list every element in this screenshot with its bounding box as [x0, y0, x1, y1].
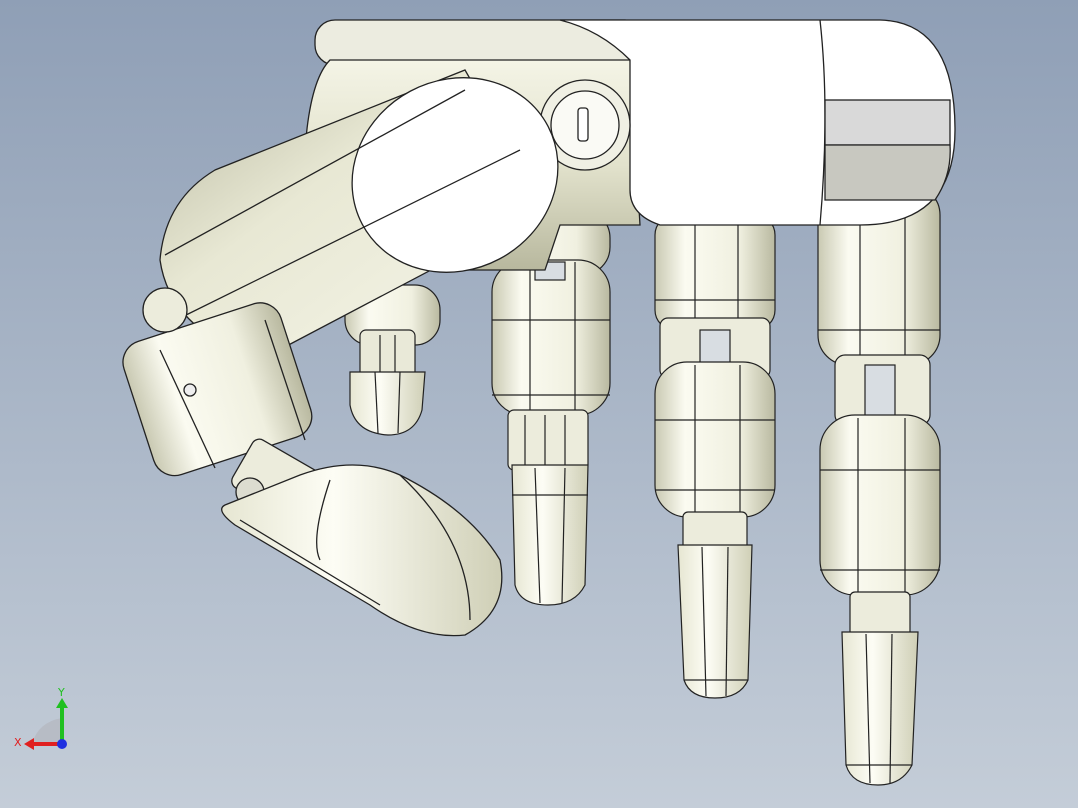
middle-finger-distal[interactable] [677, 544, 753, 699]
index-finger-middle[interactable] [819, 414, 941, 596]
thumb-pivot[interactable] [142, 287, 188, 333]
thumb-distal[interactable] [221, 464, 503, 637]
index-finger[interactable] [817, 184, 941, 786]
index-finger-joint-2[interactable] [849, 591, 911, 638]
triad-x-arrow [24, 738, 34, 750]
triad-y-label: Y [57, 686, 65, 699]
triad-y-arrow [56, 698, 68, 708]
little-finger-distal[interactable] [349, 371, 426, 436]
index-finger-distal[interactable] [841, 631, 919, 786]
triad-x-label: X [14, 736, 22, 749]
middle-finger[interactable] [654, 214, 776, 699]
view-orientation-triad: Y X [14, 686, 68, 750]
middle-finger-proximal[interactable] [654, 214, 776, 331]
ring-finger-proximal[interactable] [491, 259, 611, 416]
graphics-viewport[interactable]: Y X [0, 0, 1078, 808]
triad-z-axis [57, 739, 67, 749]
ring-finger-distal[interactable] [511, 464, 589, 606]
palm-side-panel[interactable] [824, 99, 951, 146]
robotic-hand-model[interactable] [0, 0, 1078, 808]
triad-plane [32, 718, 62, 744]
middle-finger-middle[interactable] [654, 361, 776, 518]
ring-finger-joint[interactable] [507, 409, 589, 471]
